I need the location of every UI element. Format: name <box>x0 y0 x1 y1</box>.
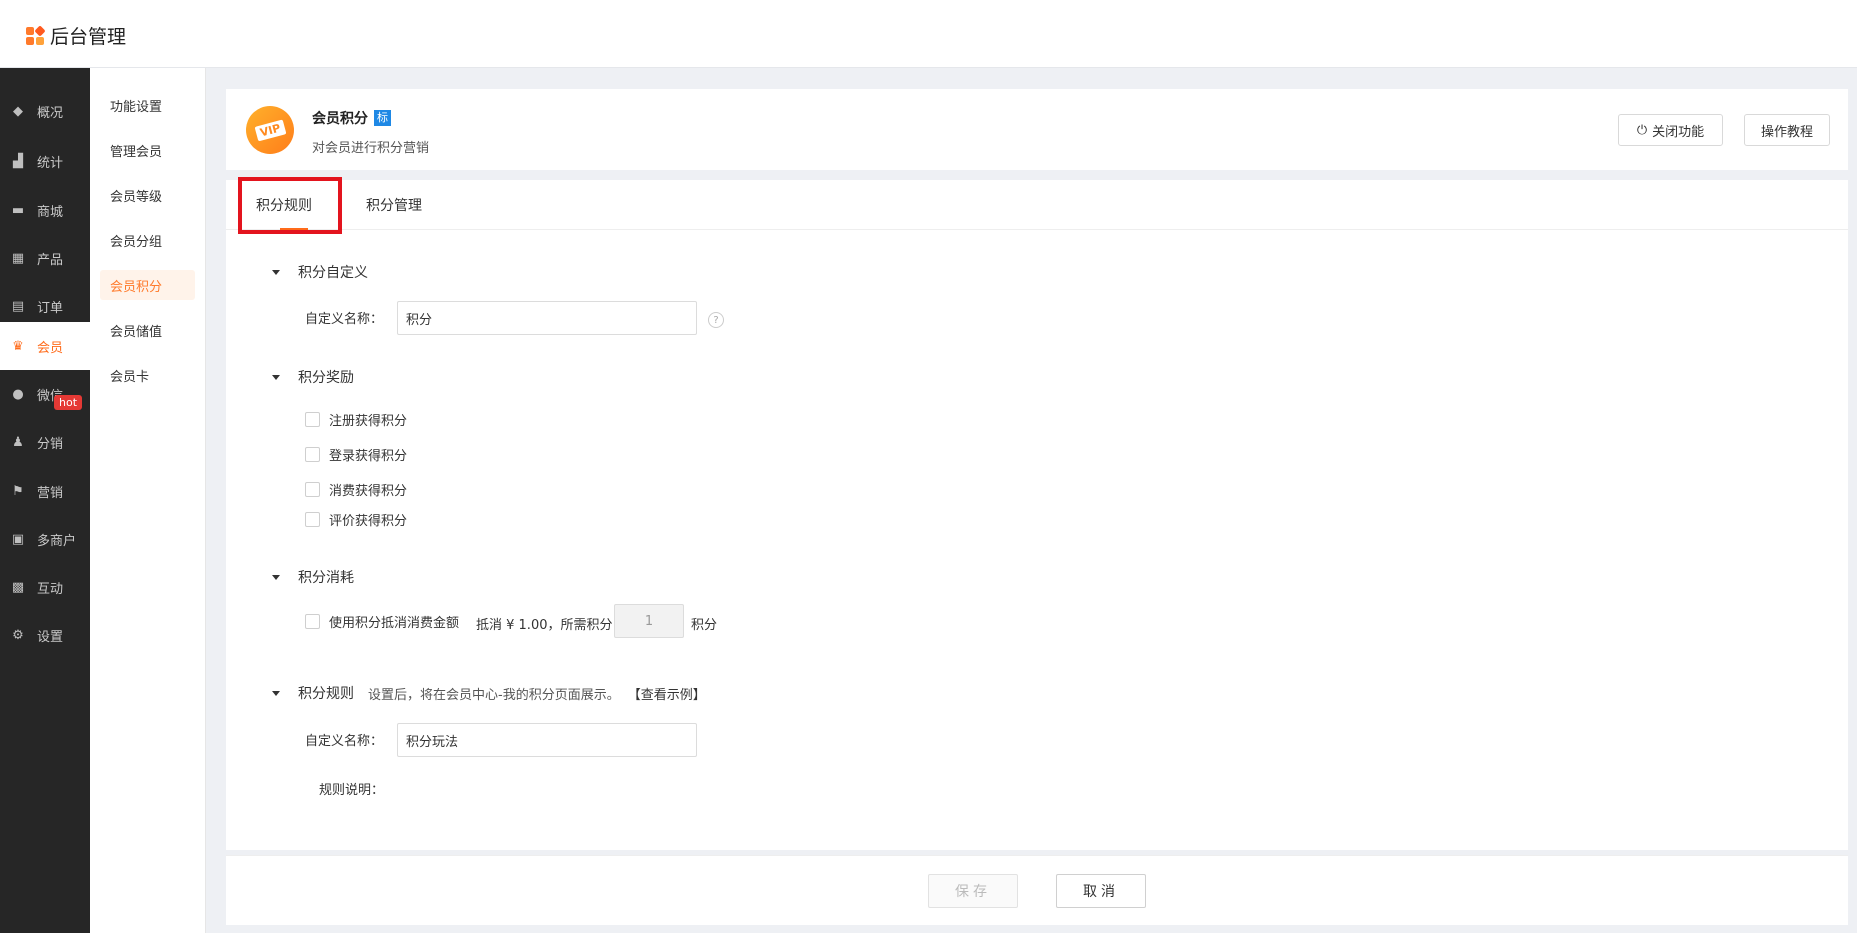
submenu-item-member-points[interactable]: 会员积分 <box>100 270 195 300</box>
users-icon: ♟ <box>12 434 24 450</box>
sidebar-item-label: 统计 <box>37 155 64 171</box>
use-points-offset-checkbox[interactable]: 使用积分抵消消费金额 <box>305 612 459 631</box>
checkbox[interactable] <box>305 512 320 527</box>
section-points-rules[interactable]: 积分规则 设置后，将在会员中心-我的积分页面展示。 【查看示例】 <box>272 683 706 703</box>
plugin-header-card: VIP 会员积分 标 对会员进行积分营销 ⏻ 关闭功能 操作教程 <box>226 89 1848 170</box>
crown-icon: ♛ <box>12 338 24 354</box>
sidebar-item-label: 概况 <box>37 105 64 121</box>
sidebar-item-label: 分销 <box>37 436 64 452</box>
layers-icon: ◆ <box>13 103 23 119</box>
store-icon: ▣ <box>11 531 25 547</box>
submenu-item-member-card[interactable]: 会员卡 <box>100 360 195 390</box>
help-icon[interactable]: ? <box>708 312 724 328</box>
section-points-custom[interactable]: 积分自定义 <box>272 262 368 282</box>
required-points-input[interactable] <box>614 604 684 638</box>
custom-name-label: 自定义名称： <box>305 312 384 327</box>
brand-logo-icon <box>26 24 46 45</box>
rules-description-label: 规则说明： <box>319 783 385 798</box>
plugin-title: 会员积分 标 <box>312 108 391 128</box>
sidebar-item-marketing[interactable]: ⚑ 营销 <box>0 467 90 515</box>
wechat-icon: ● <box>12 386 24 402</box>
rules-note: 设置后，将在会员中心-我的积分页面展示。 <box>368 687 620 703</box>
submenu: 功能设置 管理会员 会员等级 会员分组 会员积分 会员储值 会员卡 <box>90 68 206 933</box>
checkbox[interactable] <box>305 447 320 462</box>
sidebar-item-interact[interactable]: ▩ 互动 <box>0 563 90 611</box>
submenu-item-member-stored-value[interactable]: 会员储值 <box>100 315 195 345</box>
cancel-button[interactable]: 取消 <box>1056 874 1146 908</box>
plugin-description: 对会员进行积分营销 <box>312 141 430 156</box>
order-icon: ▤ <box>11 298 25 314</box>
checkbox[interactable] <box>305 614 320 629</box>
brand[interactable]: 后台管理 <box>26 22 126 49</box>
sidebar-item-label: 会员 <box>37 340 64 356</box>
caret-down-icon <box>272 690 280 696</box>
caret-down-icon <box>272 374 280 380</box>
sidebar-item-label: 订单 <box>37 300 64 316</box>
sidebar-item-label: 互动 <box>37 581 64 597</box>
points-unit-text: 积分 <box>691 618 718 633</box>
submenu-item-manage-members[interactable]: 管理会员 <box>100 135 195 165</box>
hot-badge: hot <box>54 395 83 410</box>
points-custom-name-input[interactable] <box>397 301 697 335</box>
reward-review-checkbox[interactable]: 评价获得积分 <box>305 510 407 529</box>
sidebar-item-overview[interactable]: ◆ 概况 <box>0 87 90 135</box>
submenu-item-function-settings[interactable]: 功能设置 <box>100 90 195 120</box>
flag-icon: ⚑ <box>12 483 24 499</box>
sidebar-item-label: 商城 <box>37 204 64 220</box>
submenu-item-member-groups[interactable]: 会员分组 <box>100 225 195 255</box>
sidebar-item-shop[interactable]: ▬ 商城 <box>0 186 90 234</box>
section-points-reward[interactable]: 积分奖励 <box>272 367 354 387</box>
points-settings-card: 积分规则 积分管理 积分自定义 自定义名称： ? 积分奖励 注册获得积分 登录获… <box>226 177 1848 850</box>
sidebar-item-label: 多商户 <box>37 533 77 549</box>
action-footer: 保存 取消 <box>226 855 1848 925</box>
tab-points-manage[interactable]: 积分管理 <box>366 180 422 230</box>
tutorial-button[interactable]: 操作教程 <box>1744 114 1830 146</box>
sidebar-item-label: 设置 <box>37 629 64 645</box>
close-function-button[interactable]: ⏻ 关闭功能 <box>1618 114 1723 146</box>
sidebar-item-label: 产品 <box>37 252 64 268</box>
vip-icon: VIP <box>246 106 294 154</box>
interact-icon: ▩ <box>11 579 25 595</box>
checkbox[interactable] <box>305 482 320 497</box>
checkbox[interactable] <box>305 412 320 427</box>
sidebar-item-multistore[interactable]: ▣ 多商户 <box>0 515 90 563</box>
sidebar-item-wechat[interactable]: ● 微信 <box>0 370 90 418</box>
offset-amount-text: 抵消 ¥ 1.00，所需积分 <box>476 618 613 633</box>
save-button[interactable]: 保存 <box>928 874 1018 908</box>
rules-custom-name-input[interactable] <box>397 723 697 757</box>
shop-icon: ▬ <box>11 202 25 218</box>
sidebar-item-stats[interactable]: ▟ 统计 <box>0 137 90 185</box>
plugin-tag-badge: 标 <box>374 110 391 126</box>
reward-consume-checkbox[interactable]: 消费获得积分 <box>305 480 407 499</box>
submenu-item-member-levels[interactable]: 会员等级 <box>100 180 195 210</box>
sidebar-item-distribution[interactable]: ♟ 分销 <box>0 418 90 466</box>
annotation-highlight-box <box>238 177 342 234</box>
gear-icon: ⚙ <box>12 627 24 643</box>
top-bar: 后台管理 <box>0 0 1857 68</box>
app-title: 后台管理 <box>50 26 127 48</box>
sidebar-item-settings[interactable]: ⚙ 设置 <box>0 611 90 659</box>
caret-down-icon <box>272 574 280 580</box>
caret-down-icon <box>272 269 280 275</box>
sidebar-item-members[interactable]: ♛ 会员 <box>0 322 90 370</box>
grid-icon: ▦ <box>11 250 25 266</box>
power-icon: ⏻ <box>1636 122 1648 138</box>
view-example-link[interactable]: 【查看示例】 <box>628 684 706 703</box>
chart-icon: ▟ <box>13 153 23 169</box>
rules-name-label: 自定义名称： <box>305 734 384 749</box>
reward-register-checkbox[interactable]: 注册获得积分 <box>305 410 407 429</box>
section-points-consume[interactable]: 积分消耗 <box>272 567 354 587</box>
main-sidebar: ◆ 概况 ▟ 统计 ▬ 商城 ▦ 产品 ▤ 订单 ♛ 会员 ● 微信 ♟ 分销 … <box>0 68 90 933</box>
tab-bar: 积分规则 积分管理 <box>226 177 1848 234</box>
reward-login-checkbox[interactable]: 登录获得积分 <box>305 445 407 464</box>
sidebar-item-products[interactable]: ▦ 产品 <box>0 234 90 282</box>
sidebar-item-label: 营销 <box>37 485 64 501</box>
